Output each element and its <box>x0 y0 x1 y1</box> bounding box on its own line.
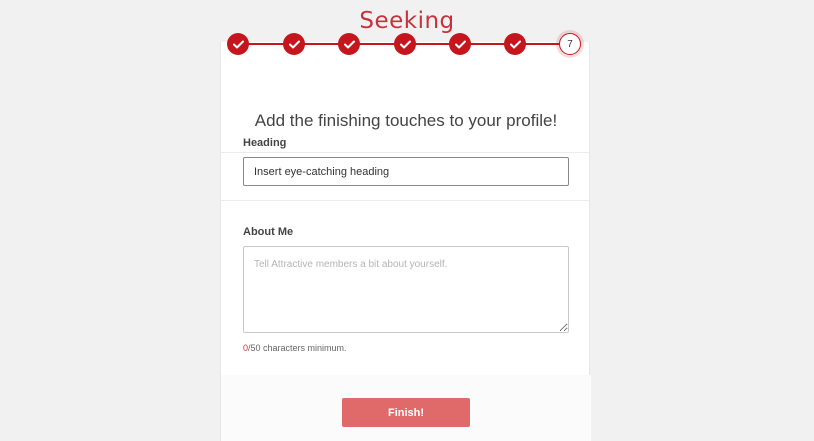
character-count-requirement: /50 characters minimum. <box>248 343 347 353</box>
character-count: 0/50 characters minimum. <box>243 343 347 353</box>
step-3-complete <box>338 33 360 55</box>
checkmark-icon <box>232 40 244 48</box>
finish-button[interactable]: Finish! <box>342 398 470 427</box>
step-2-complete <box>283 33 305 55</box>
about-me-textarea[interactable] <box>243 246 569 333</box>
page: Seeking Add the finishing touches to you… <box>0 0 814 441</box>
step-5-complete <box>449 33 471 55</box>
step-7-current: 7 <box>559 33 581 55</box>
checkmark-icon <box>399 40 411 48</box>
profile-card: Add the finishing touches to your profil… <box>220 42 591 441</box>
checkmark-icon <box>509 40 521 48</box>
heading-label: Heading <box>243 137 287 149</box>
step-6-complete <box>504 33 526 55</box>
page-title: Add the finishing touches to your profil… <box>254 111 558 130</box>
checkmark-icon <box>343 40 355 48</box>
divider <box>221 200 591 201</box>
step-4-complete <box>394 33 416 55</box>
step-1-complete <box>227 33 249 55</box>
heading-input[interactable] <box>243 157 569 186</box>
checkmark-icon <box>454 40 466 48</box>
about-me-label: About Me <box>243 226 294 238</box>
divider <box>221 152 591 153</box>
checkmark-icon <box>288 40 300 48</box>
progress-stepper: 7 <box>226 31 582 57</box>
